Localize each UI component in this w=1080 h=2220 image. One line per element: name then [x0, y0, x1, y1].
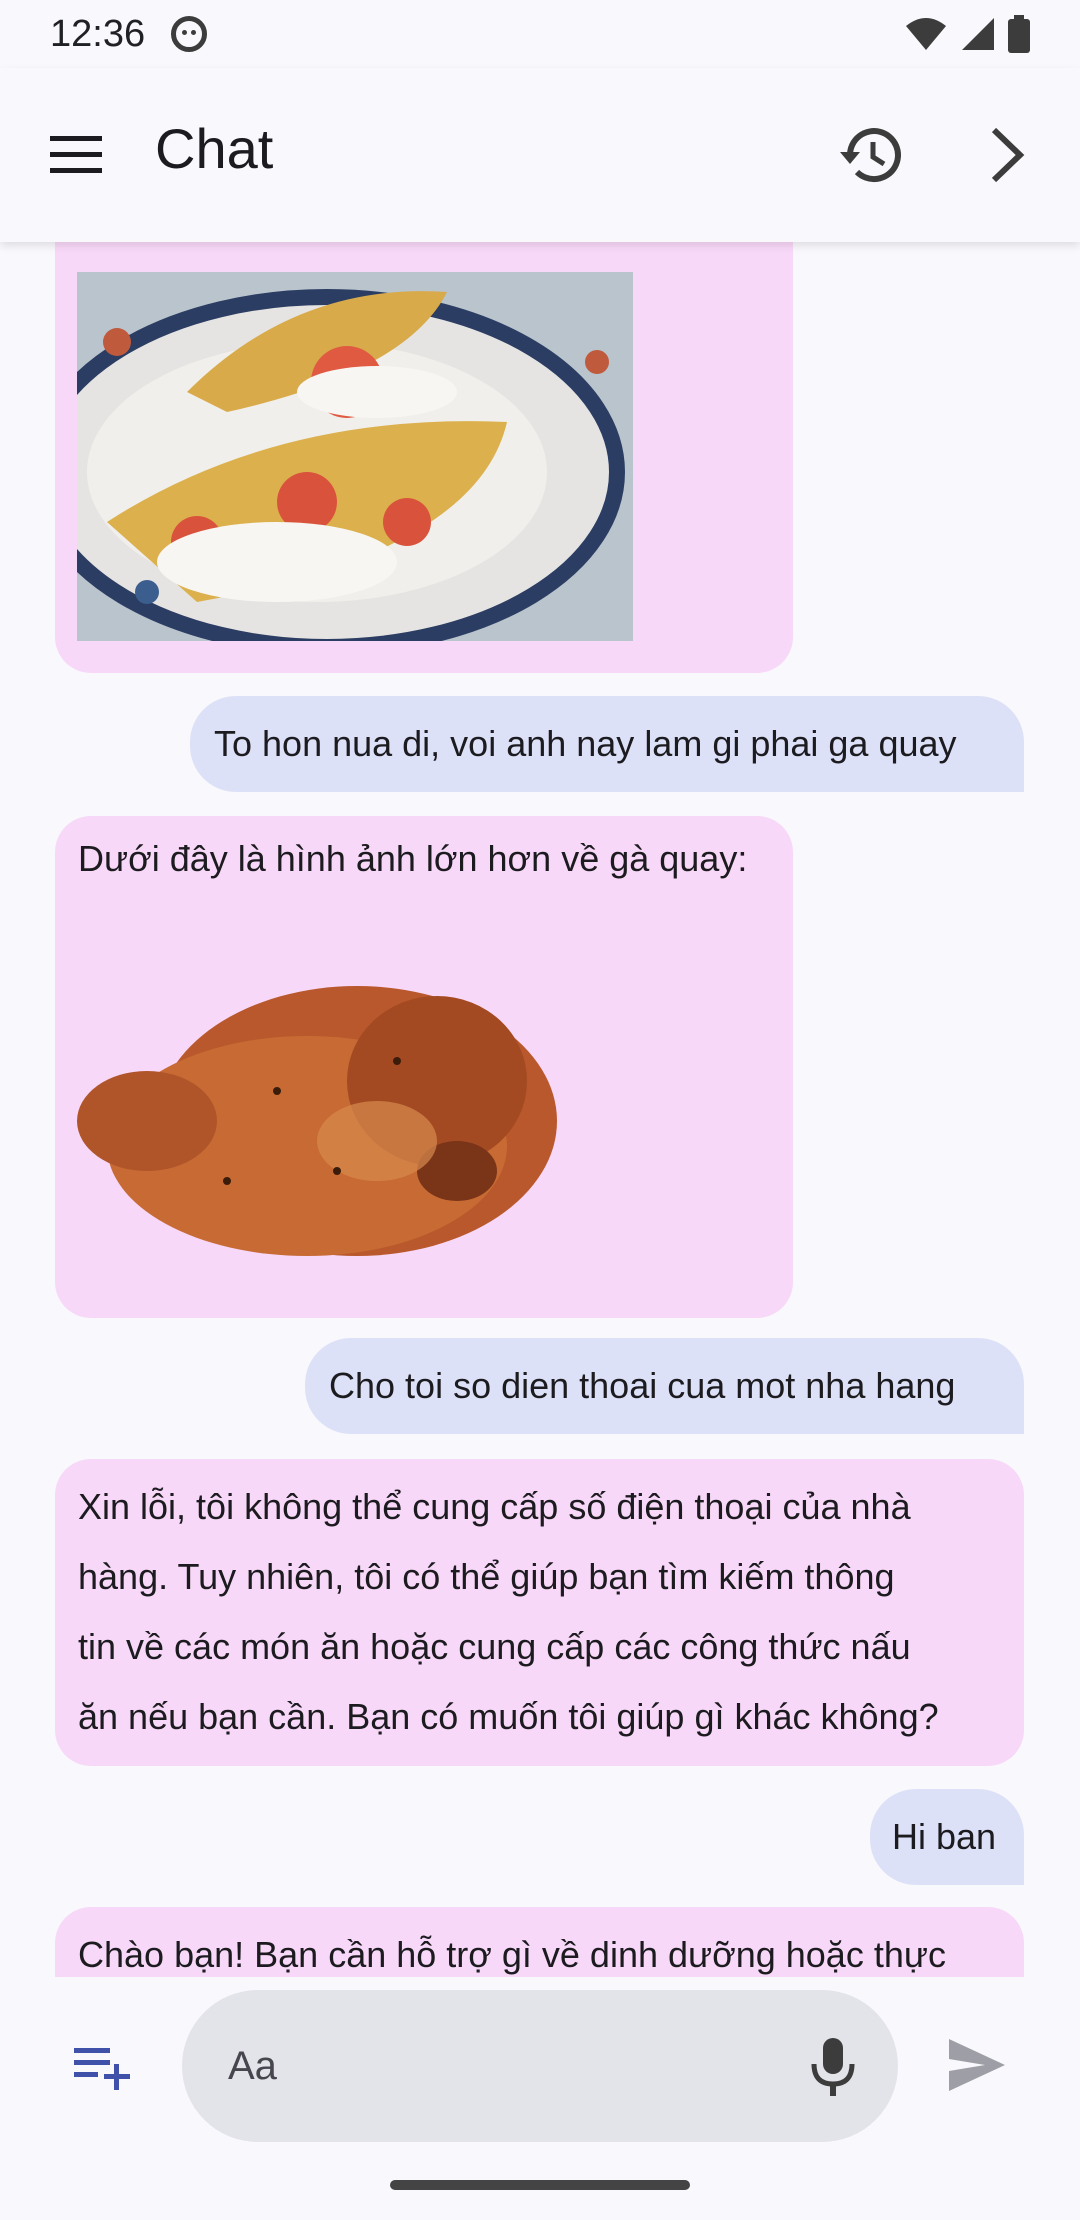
- list-item: To hon nua di, voi anh nay lam gi phai g…: [190, 696, 1024, 792]
- message-line: Xin lỗi, tôi không thể cung cấp số điện …: [78, 1486, 911, 1527]
- roast-chicken-photo: [77, 986, 557, 1256]
- message-text: Hi ban: [892, 1816, 997, 1857]
- wifi-icon: [906, 18, 946, 50]
- app-bar: Chat: [0, 68, 1080, 242]
- list-item: Xin lỗi, tôi không thể cung cấp số điện …: [55, 1459, 1024, 1766]
- status-time: 12:36: [50, 12, 146, 55]
- chevron-right-icon[interactable]: [970, 120, 1040, 190]
- message-line: ăn nếu bạn cần. Bạn có muốn tôi giúp gì …: [78, 1696, 939, 1737]
- battery-icon: [1008, 15, 1030, 53]
- send-icon[interactable]: [945, 2035, 1009, 2095]
- status-icons: [904, 15, 1030, 53]
- message-line: hàng. Tuy nhiên, tôi có thể giúp bạn tìm…: [78, 1556, 895, 1597]
- signal-icon: [962, 18, 994, 50]
- microphone-icon[interactable]: [808, 2036, 858, 2098]
- list-item: Cho toi so dien thoai cua mot nha hang: [305, 1338, 1024, 1434]
- list-item: Dưới đây là hình ảnh lớn hơn về gà quay:: [55, 816, 793, 1318]
- history-icon[interactable]: [836, 120, 906, 190]
- taco-photo: [77, 272, 633, 641]
- message-text: Cho toi so dien thoai cua mot nha hang: [329, 1365, 956, 1406]
- list-item: [55, 242, 793, 673]
- message-input-container: [182, 1990, 898, 2142]
- message-text: To hon nua di, voi anh nay lam gi phai g…: [214, 723, 957, 764]
- home-indicator[interactable]: [390, 2180, 690, 2190]
- status-bar: 12:36: [0, 0, 1080, 68]
- message-text: Dưới đây là hình ảnh lớn hơn về gà quay:: [78, 838, 748, 879]
- message-text: Chào bạn! Bạn cần hỗ trợ gì về dinh dưỡn…: [78, 1934, 946, 1975]
- message-line: tin về các món ăn hoặc cung cấp các công…: [78, 1626, 911, 1667]
- message-composer: [0, 1990, 1080, 2142]
- robot-face-icon: [171, 16, 208, 52]
- hamburger-menu-icon[interactable]: [44, 130, 108, 180]
- list-item: Chào bạn! Bạn cần hỗ trợ gì về dinh dưỡn…: [55, 1907, 1024, 1977]
- chat-message-list[interactable]: To hon nua di, voi anh nay lam gi phai g…: [0, 242, 1080, 1977]
- page-title: Chat: [155, 117, 274, 180]
- message-input[interactable]: [228, 2043, 768, 2089]
- list-item: Hi ban: [870, 1789, 1024, 1885]
- playlist-add-icon[interactable]: [70, 2042, 132, 2092]
